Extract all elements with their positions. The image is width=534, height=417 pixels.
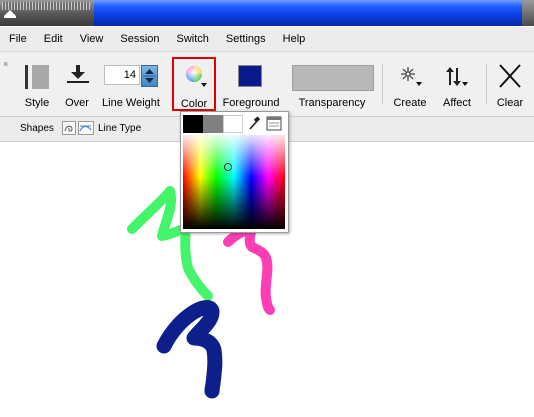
title-bar-end-cap bbox=[522, 0, 534, 26]
line-weight-input[interactable]: 14 bbox=[104, 65, 140, 85]
color-button[interactable]: Color bbox=[172, 57, 216, 111]
eyedropper-icon[interactable] bbox=[247, 116, 261, 132]
over-button[interactable]: Over bbox=[59, 56, 95, 112]
transparency-button[interactable]: Transparency bbox=[290, 56, 374, 112]
drawing-toolbar: × Style Over 14 Line Weight Color Foregr… bbox=[0, 52, 534, 117]
foreground-label: Foreground bbox=[222, 97, 280, 109]
over-icon bbox=[67, 65, 89, 83]
window-control-area[interactable] bbox=[0, 0, 94, 26]
pink-stroke bbox=[223, 223, 275, 315]
style-label: Style bbox=[24, 97, 50, 109]
spinner-up-down-icon bbox=[143, 69, 156, 83]
color-wheel-icon bbox=[186, 66, 207, 87]
color-picker-popup bbox=[180, 111, 289, 233]
menu-edit[interactable]: Edit bbox=[35, 33, 71, 45]
affect-arrows-icon bbox=[446, 67, 468, 86]
collapse-bar-icon bbox=[4, 16, 16, 18]
menu-view[interactable]: View bbox=[71, 33, 112, 45]
clear-x-icon bbox=[499, 64, 521, 88]
swatch-white[interactable] bbox=[223, 115, 243, 133]
line-weight-label: Line Weight bbox=[102, 97, 160, 109]
create-label: Create bbox=[393, 97, 427, 109]
swatch-black[interactable] bbox=[183, 115, 203, 133]
line-type-label: Line Type bbox=[98, 123, 142, 134]
create-button[interactable]: Create bbox=[390, 56, 430, 112]
menu-switch[interactable]: Switch bbox=[168, 33, 217, 45]
menu-bar: File Edit View Session Switch Settings H… bbox=[0, 27, 534, 52]
shape-freeform-button[interactable] bbox=[62, 121, 76, 135]
transparency-label: Transparency bbox=[298, 97, 366, 109]
line-weight-control: 14 Line Weight bbox=[99, 56, 163, 112]
toolbar-close-icon[interactable]: × bbox=[3, 59, 8, 69]
menu-file[interactable]: File bbox=[0, 33, 35, 45]
freeform-curve-icon bbox=[64, 125, 73, 132]
clear-label: Clear bbox=[496, 97, 524, 109]
color-spectrum[interactable] bbox=[183, 135, 285, 229]
color-label: Color bbox=[180, 98, 208, 110]
line-type-button[interactable] bbox=[78, 121, 94, 135]
swatch-gray[interactable] bbox=[203, 115, 223, 133]
title-bar bbox=[0, 0, 534, 26]
affect-button[interactable]: Affect bbox=[438, 56, 476, 112]
palette-dialog-icon[interactable] bbox=[266, 116, 282, 132]
style-icon bbox=[25, 65, 49, 89]
menu-help[interactable]: Help bbox=[274, 33, 314, 45]
spectrum-cursor[interactable] bbox=[224, 163, 232, 171]
toolbar-separator bbox=[486, 64, 487, 104]
menu-session[interactable]: Session bbox=[111, 33, 167, 45]
affect-label: Affect bbox=[443, 97, 471, 109]
over-label: Over bbox=[65, 97, 89, 109]
clear-button[interactable]: Clear bbox=[494, 56, 526, 112]
foreground-swatch bbox=[238, 65, 262, 87]
toolbar-separator bbox=[382, 64, 383, 104]
line-type-icon bbox=[79, 125, 92, 132]
title-grip bbox=[2, 2, 90, 10]
transparency-swatch bbox=[292, 65, 374, 91]
navy-stroke bbox=[156, 300, 223, 399]
create-sparkle-icon bbox=[401, 67, 422, 86]
menu-settings[interactable]: Settings bbox=[217, 33, 274, 45]
foreground-button[interactable]: Foreground bbox=[220, 56, 282, 112]
style-button[interactable]: Style bbox=[20, 56, 54, 112]
shapes-label: Shapes bbox=[20, 123, 54, 134]
line-weight-spinner[interactable] bbox=[141, 65, 158, 87]
